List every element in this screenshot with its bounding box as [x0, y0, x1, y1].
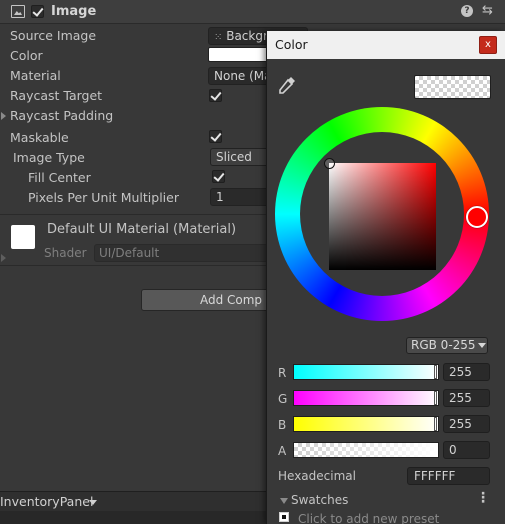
channel-a-label: A	[278, 444, 287, 458]
kebab-menu-icon[interactable]: ⋮	[476, 490, 490, 506]
shader-dropdown[interactable]: UI/Default	[94, 244, 294, 262]
channel-a-field[interactable]: 0	[443, 441, 490, 459]
color-picker-window: Color x RGB 0-255 R 255 G 255 B 255 A 0 …	[266, 31, 505, 524]
channel-b-slider[interactable]	[293, 416, 439, 432]
swatches-foldout-icon[interactable]	[280, 498, 288, 504]
material-preview-swatch	[11, 225, 35, 249]
eyedropper-icon[interactable]	[276, 74, 298, 96]
raycast-padding-foldout-icon[interactable]	[1, 112, 6, 120]
channel-r-slider[interactable]	[293, 364, 439, 380]
maskable-checkbox[interactable]	[209, 130, 222, 143]
color-preview-swatch	[414, 75, 491, 99]
saturation-value-handle[interactable]	[324, 158, 335, 169]
material-label: Material	[10, 68, 61, 83]
fill-center-checkbox[interactable]	[212, 170, 225, 183]
hue-handle[interactable]	[466, 206, 488, 228]
color-mode-value: RGB 0-255	[411, 338, 476, 352]
color-mode-dropdown[interactable]: RGB 0-255	[406, 337, 488, 354]
help-icon[interactable]: ?	[461, 5, 473, 17]
material-foldout-icon[interactable]	[1, 254, 6, 262]
raycast-target-checkbox[interactable]	[209, 89, 222, 102]
chevron-down-icon[interactable]	[89, 500, 97, 505]
inventory-panel-label[interactable]: InventoryPanel	[0, 494, 93, 509]
swatches-label[interactable]: Swatches	[291, 493, 348, 507]
image-component-icon	[11, 5, 25, 18]
image-component-header[interactable]: Image ? ⇆	[0, 0, 505, 24]
shader-label: Shader	[44, 246, 87, 260]
chevron-down-icon	[478, 343, 486, 348]
hexadecimal-label: Hexadecimal	[278, 469, 356, 483]
fill-center-label: Fill Center	[28, 170, 91, 185]
source-image-value: Backgr	[226, 29, 268, 43]
channel-g-field[interactable]: 255	[443, 389, 490, 407]
raycast-target-label: Raycast Target	[10, 88, 103, 103]
channel-b-field[interactable]: 255	[443, 415, 490, 433]
maskable-label: Maskable	[10, 130, 69, 145]
channel-r-label: R	[278, 366, 287, 380]
presets-icon[interactable]: ⇆	[482, 3, 493, 18]
component-title: Image	[51, 4, 97, 19]
raycast-padding-label[interactable]: Raycast Padding	[10, 108, 113, 123]
channel-r-field[interactable]: 255	[443, 363, 490, 381]
image-type-label: Image Type	[13, 150, 85, 165]
channel-g-knob[interactable]	[434, 391, 437, 405]
channel-a-slider[interactable]	[293, 442, 439, 458]
material-title: Default UI Material (Material)	[47, 222, 237, 237]
close-icon[interactable]: x	[479, 36, 497, 54]
source-image-label: Source Image	[10, 28, 97, 43]
channel-g-slider[interactable]	[293, 390, 439, 406]
channel-b-knob[interactable]	[434, 417, 437, 431]
color-picker-title: Color	[275, 37, 308, 52]
pixels-per-unit-label: Pixels Per Unit Multiplier	[28, 190, 179, 205]
channel-g-label: G	[278, 392, 288, 406]
add-preset-hint[interactable]: Click to add new preset	[298, 512, 439, 524]
channel-b-label: B	[278, 418, 287, 432]
preset-library-icon[interactable]	[279, 512, 289, 522]
component-enabled-checkbox[interactable]	[31, 5, 44, 18]
hexadecimal-field[interactable]: FFFFFF	[407, 467, 490, 485]
color-label: Color	[10, 48, 43, 63]
color-picker-titlebar[interactable]: Color x	[267, 31, 505, 59]
channel-r-knob[interactable]	[434, 365, 437, 379]
saturation-value-square[interactable]	[329, 163, 436, 270]
